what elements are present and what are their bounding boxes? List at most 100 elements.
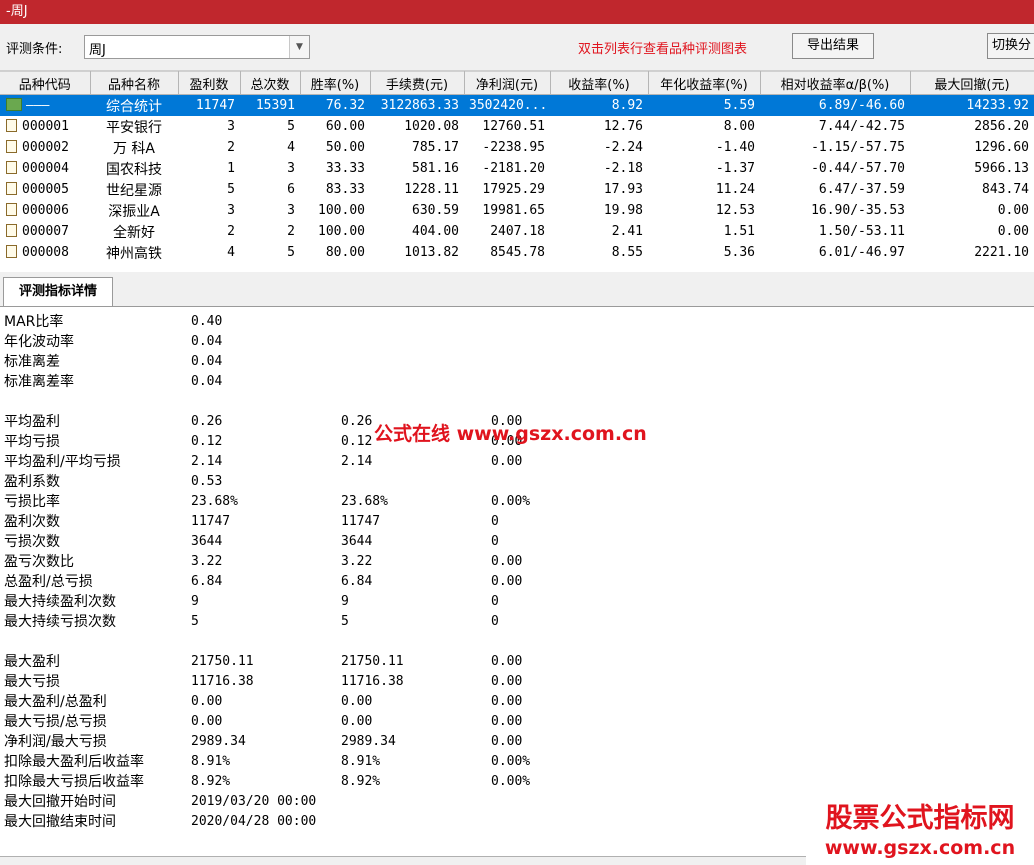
detail-row: 最大回撤结束时间 2020/04/28 00:00 xyxy=(0,812,700,832)
detail-row: 最大亏损/总亏损 0.00 0.00 0.00 xyxy=(0,712,700,732)
cell-name: 神州高铁 xyxy=(106,245,162,262)
cell-wins: 1 xyxy=(227,161,235,176)
cell-net-profit: 12760.51 xyxy=(482,119,545,134)
column-header-code[interactable]: 品种代码 xyxy=(0,71,91,95)
document-icon xyxy=(6,224,17,237)
column-header-winrate[interactable]: 胜率(%) xyxy=(300,71,371,95)
metric-value-all: 11716.38 xyxy=(191,674,254,689)
cell-return: 17.93 xyxy=(603,182,643,197)
metric-value-all: 0.53 xyxy=(191,474,223,489)
cell-max-drawdown: 0.00 xyxy=(997,203,1029,218)
chevron-down-icon[interactable]: ▼ xyxy=(289,36,309,58)
cell-winrate: 76.32 xyxy=(300,94,370,116)
cell-return: -2.18 xyxy=(603,161,643,176)
cell-fee: 404.00 xyxy=(412,224,459,239)
cell-fee: 1013.82 xyxy=(404,245,459,260)
document-icon xyxy=(6,119,17,132)
column-header-total[interactable]: 总次数 xyxy=(240,71,301,95)
column-header-relative-return[interactable]: 相对收益率α/β(%) xyxy=(760,71,911,95)
metric-value-long: 8.91% xyxy=(341,754,381,769)
cell-net-profit: -2181.20 xyxy=(482,161,545,176)
metric-value-short: 0.00 xyxy=(491,694,523,709)
column-header-return[interactable]: 收益率(%) xyxy=(550,71,649,95)
cell-total: 2 xyxy=(287,224,295,239)
table-row[interactable]: 000005 世纪星源 5 6 83.33 1228.11 17925.29 1… xyxy=(0,179,1034,200)
table-row[interactable]: 000002 万 科A 2 4 50.00 785.17 -2238.95 -2… xyxy=(0,137,1034,158)
table-row[interactable]: 000006 深振业A 3 3 100.00 630.59 19981.65 1… xyxy=(0,200,1034,221)
cell-fee: 1228.11 xyxy=(404,182,459,197)
export-results-button[interactable]: 导出结果 xyxy=(792,33,874,59)
metric-name: 盈亏次数比 xyxy=(4,554,74,570)
detail-row: 扣除最大亏损后收益率 8.92% 8.92% 0.00% xyxy=(0,772,700,792)
metric-value-long: 3.22 xyxy=(341,554,373,569)
metric-value-short: 0.00 xyxy=(491,734,523,749)
cell-total: 4 xyxy=(287,140,295,155)
switch-button[interactable]: 切换分 xyxy=(987,33,1034,59)
cell-name: 世纪星源 xyxy=(106,182,162,199)
detail-row: 扣除最大盈利后收益率 8.91% 8.91% 0.00% xyxy=(0,752,700,772)
metric-value-all: 3644 xyxy=(191,534,223,549)
cell-wins: 4 xyxy=(227,245,235,260)
cell-max-drawdown: 1296.60 xyxy=(974,140,1029,155)
detail-row: 亏损比率 23.68% 23.68% 0.00% xyxy=(0,492,700,512)
cell-wins: 5 xyxy=(227,182,235,197)
column-header-max-drawdown[interactable]: 最大回撤(元) xyxy=(910,71,1034,95)
cell-return: 8.92 xyxy=(550,94,648,116)
cell-annual-return: -1.37 xyxy=(715,161,755,176)
condition-select-value: 周J xyxy=(89,43,106,58)
metric-value-long: 23.68% xyxy=(341,494,388,509)
cell-winrate: 60.00 xyxy=(325,119,365,134)
metric-value-long: 9 xyxy=(341,594,349,609)
metric-value-short: 0.00 xyxy=(491,454,523,469)
cell-code: 000007 xyxy=(22,224,69,239)
metric-name: 最大回撤开始时间 xyxy=(4,794,116,810)
table-row[interactable]: 000007 全新好 2 2 100.00 404.00 2407.18 2.4… xyxy=(0,221,1034,242)
column-header-fee[interactable]: 手续费(元) xyxy=(370,71,465,95)
cell-total: 6 xyxy=(287,182,295,197)
metric-name: 盈利系数 xyxy=(4,474,60,490)
cell-annual-return: 12.53 xyxy=(715,203,755,218)
column-header-annual-return[interactable]: 年化收益率(%) xyxy=(648,71,761,95)
column-header-name[interactable]: 品种名称 xyxy=(90,71,179,95)
column-header-net-profit[interactable]: 净利润(元) xyxy=(464,71,551,95)
cell-relative-return: 16.90/-35.53 xyxy=(811,203,905,218)
metric-name: 亏损比率 xyxy=(4,494,60,510)
metric-value-all: 0.00 xyxy=(191,694,223,709)
cell-return: 2.41 xyxy=(611,224,643,239)
metric-value-all: 0.04 xyxy=(191,374,223,389)
metric-value-short: 0.00% xyxy=(491,774,531,789)
metric-value-all: 21750.11 xyxy=(191,654,254,669)
table-row-summary[interactable]: ——— 综合统计 11747 15391 76.32 3122863.33 35… xyxy=(0,94,1034,116)
detail-row: 总盈利/总亏损 6.84 6.84 0.00 xyxy=(0,572,700,592)
cell-fee: 1020.08 xyxy=(404,119,459,134)
cell-relative-return: 6.01/-46.97 xyxy=(818,245,905,260)
window-titlebar: -周J xyxy=(0,0,1034,24)
cell-total: 15391 xyxy=(240,94,300,116)
table-header-row: 品种代码 品种名称 盈利数 总次数 胜率(%) 手续费(元) 净利润(元) 收益… xyxy=(0,71,1034,95)
table-row[interactable]: 000001 平安银行 3 5 60.00 1020.08 12760.51 1… xyxy=(0,116,1034,137)
tab-metric-details[interactable]: 评测指标详情 xyxy=(3,277,113,306)
metric-name: 最大盈利/总盈利 xyxy=(4,694,107,710)
cell-code: 000004 xyxy=(22,161,69,176)
table-row[interactable]: 000004 国农科技 1 3 33.33 581.16 -2181.20 -2… xyxy=(0,158,1034,179)
cell-net-profit: 8545.78 xyxy=(490,245,545,260)
metric-value-short: 0 xyxy=(491,534,499,549)
cell-max-drawdown: 5966.13 xyxy=(974,161,1029,176)
cell-relative-return: 1.50/-53.11 xyxy=(818,224,905,239)
cell-return: 8.55 xyxy=(611,245,643,260)
cell-total: 3 xyxy=(287,161,295,176)
cell-relative-return: 7.44/-42.75 xyxy=(818,119,905,134)
metric-name: 平均盈利 xyxy=(4,414,60,430)
metric-name: 最大亏损 xyxy=(4,674,60,690)
document-icon xyxy=(6,161,17,174)
cell-fee: 3122863.33 xyxy=(370,94,464,116)
metric-value-long: 0.00 xyxy=(341,714,373,729)
metric-value-all: 23.68% xyxy=(191,494,238,509)
cell-winrate: 100.00 xyxy=(318,203,365,218)
column-header-wins[interactable]: 盈利数 xyxy=(178,71,241,95)
metric-name: 最大回撤结束时间 xyxy=(4,814,116,830)
condition-select[interactable]: 周J ▼ xyxy=(84,35,310,59)
metric-value-short: 0.00 xyxy=(491,674,523,689)
toolbar: 评测条件: 周J ▼ 双击列表行查看品种评测图表 导出结果 切换分 xyxy=(0,24,1034,71)
table-row[interactable]: 000008 神州高铁 4 5 80.00 1013.82 8545.78 8.… xyxy=(0,242,1034,263)
